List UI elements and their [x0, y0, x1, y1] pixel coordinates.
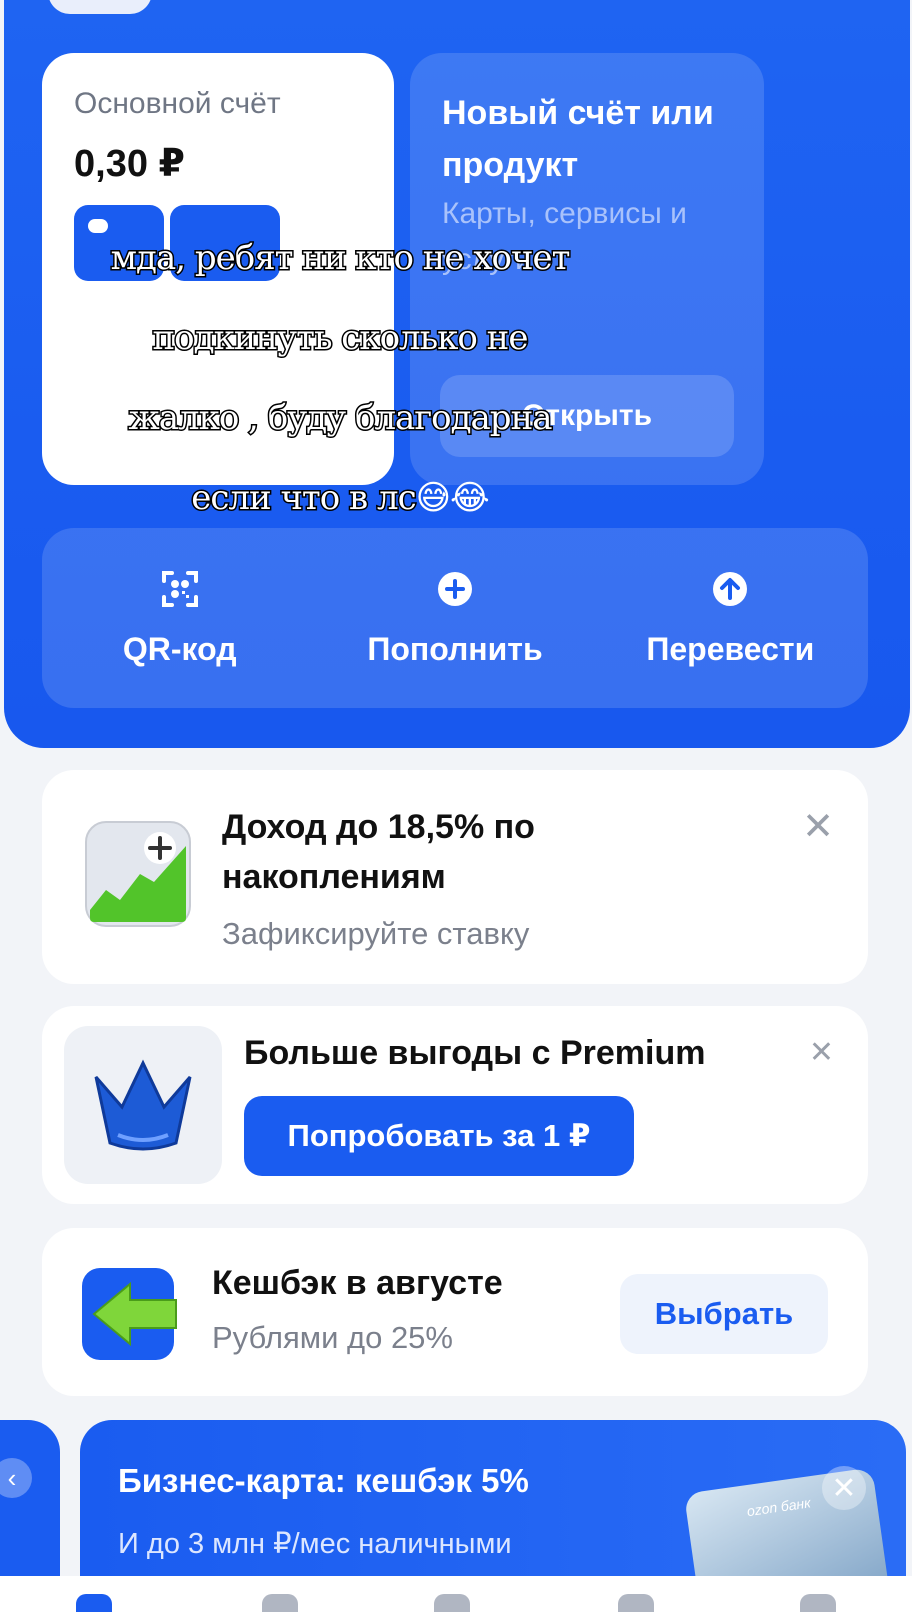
- savings-subtitle: Зафиксируйте ставку: [222, 916, 530, 951]
- chevron-left-icon: ‹: [0, 1458, 32, 1498]
- transfer-button[interactable]: Перевести: [600, 569, 860, 668]
- qr-code-icon: [160, 569, 200, 609]
- savings-promo-card[interactable]: Доход до 18,5% по накоплениям Зафиксируй…: [42, 770, 868, 984]
- new-product-title: Новый счёт или продукт: [442, 94, 714, 184]
- close-icon[interactable]: ✕: [802, 808, 834, 846]
- savings-title: Доход до 18,5% по накоплениям: [222, 808, 535, 896]
- action-label: Перевести: [646, 630, 815, 667]
- caption-line: мда, ребят ни кто не хочет: [109, 237, 572, 280]
- home-tab[interactable]: [76, 1594, 112, 1612]
- caption-line: если что в лс😅😂: [40, 458, 640, 538]
- arrow-left-icon: [80, 1266, 180, 1367]
- business-title: Бизнес-карта: кешбэк 5%: [118, 1462, 529, 1499]
- nav-tab[interactable]: [800, 1594, 836, 1612]
- close-icon[interactable]: ✕: [822, 1466, 866, 1510]
- nav-tab[interactable]: [262, 1594, 298, 1612]
- choose-cashback-button[interactable]: Выбрать: [620, 1274, 828, 1354]
- caption-line: подкинуть сколько не: [151, 317, 530, 360]
- account-balance: 0,30 ₽: [74, 143, 185, 185]
- savings-chart-icon: [82, 818, 194, 935]
- caption-line: жалко , буду благодарна: [127, 397, 554, 440]
- top-pill[interactable]: [48, 0, 152, 14]
- action-label: QR-код: [122, 630, 237, 667]
- try-premium-button[interactable]: Попробовать за 1 ₽: [244, 1096, 634, 1176]
- cashback-subtitle: Рублями до 25%: [212, 1320, 453, 1355]
- crown-icon: [64, 1026, 222, 1184]
- cashback-card[interactable]: Кешбэк в августе Рублями до 25% Выбрать: [42, 1228, 868, 1396]
- plus-circle-icon: [435, 569, 475, 609]
- cashback-title: Кешбэк в августе: [212, 1264, 503, 1302]
- qr-code-button[interactable]: QR-код: [50, 569, 310, 668]
- arrow-up-circle-icon: [710, 569, 750, 609]
- business-subtitle: И до 3 млн ₽/мес наличными: [118, 1528, 512, 1560]
- caption-overlay: мда, ребят ни кто не хочет подкинуть ско…: [40, 218, 640, 538]
- close-icon[interactable]: ✕: [809, 1038, 834, 1068]
- nav-tab[interactable]: [618, 1594, 654, 1612]
- bottom-nav: [0, 1576, 912, 1612]
- premium-promo-card[interactable]: Больше выгоды с Premium Попробовать за 1…: [42, 1006, 868, 1204]
- quick-actions: QR-код Пополнить Перевести: [42, 528, 868, 708]
- account-title: Основной счёт: [74, 87, 281, 120]
- action-label: Пополнить: [367, 630, 543, 667]
- favorites-tab[interactable]: [434, 1594, 470, 1612]
- premium-title: Больше выгоды с Premium: [244, 1034, 706, 1072]
- card-logo: ozon банк: [745, 1494, 812, 1520]
- caption-text: если что в лс: [190, 477, 418, 520]
- emoji: 😅😂: [415, 478, 490, 518]
- top-up-button[interactable]: Пополнить: [325, 569, 585, 668]
